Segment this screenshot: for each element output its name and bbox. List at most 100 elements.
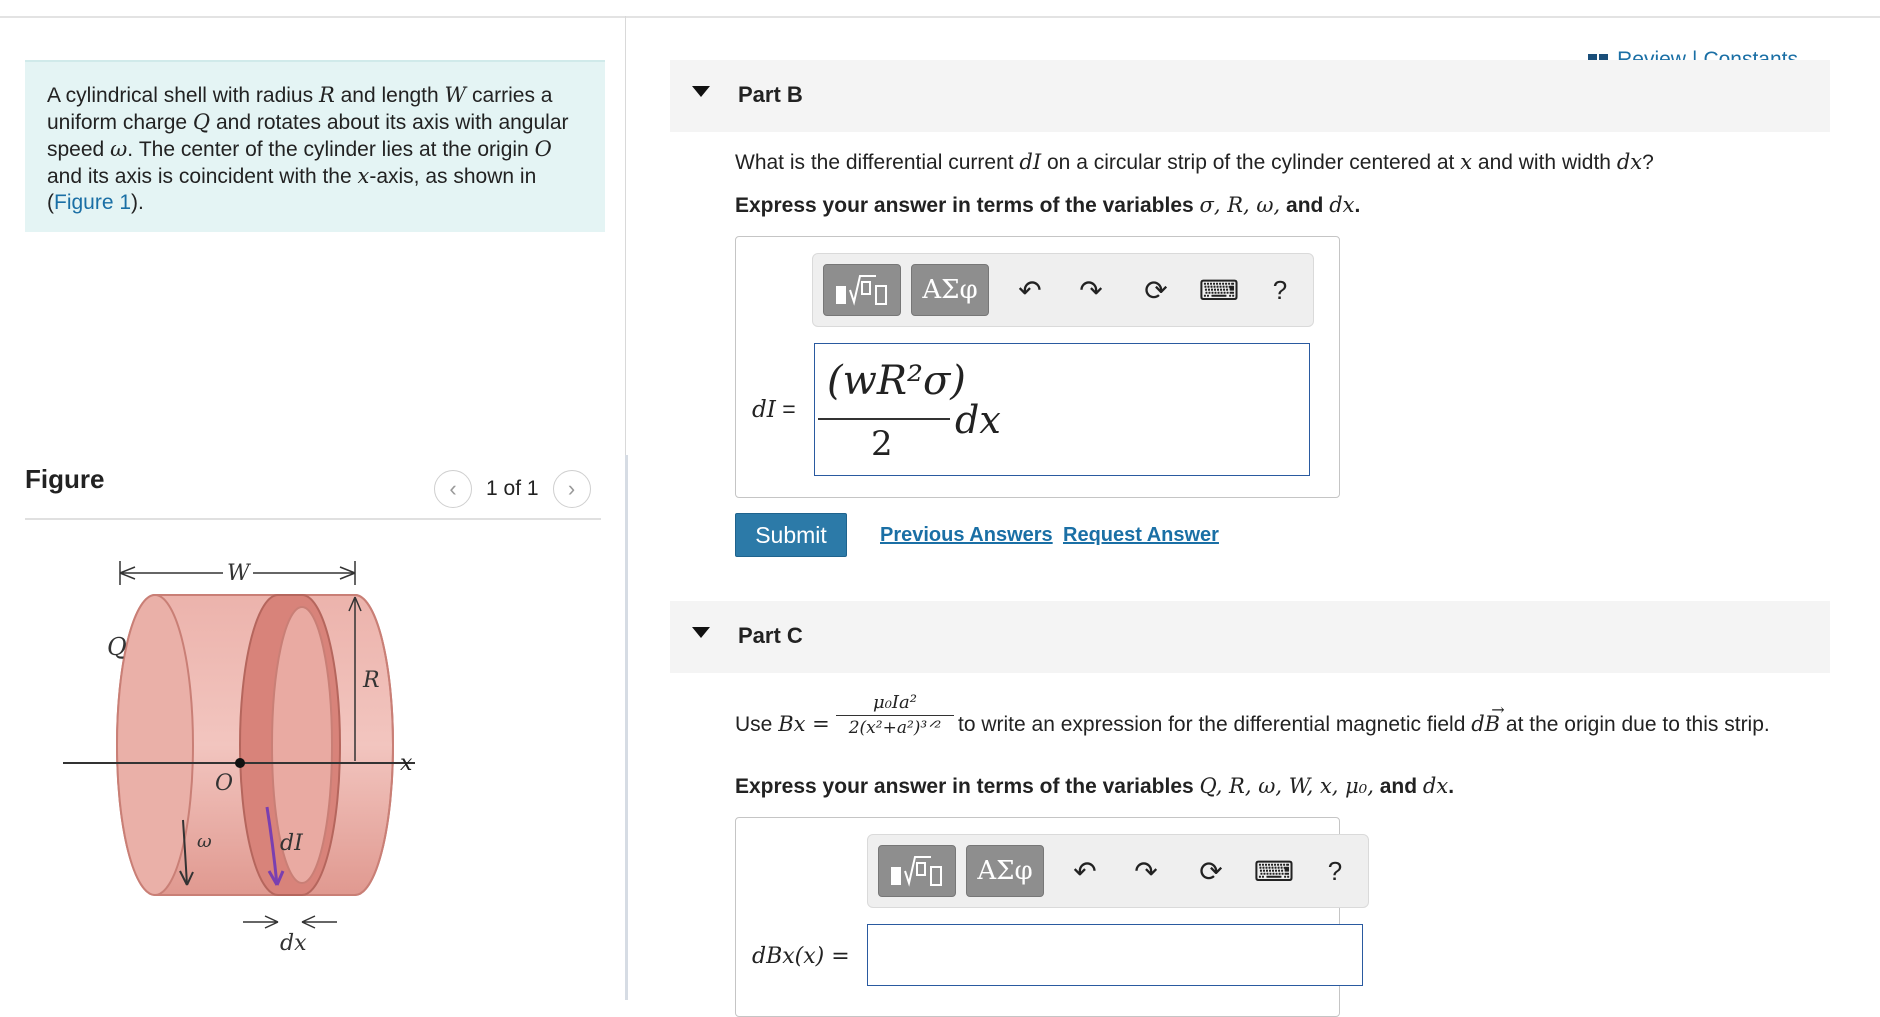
problem-statement: A cylindrical shell with radius R and le… — [25, 60, 605, 232]
redo-icon[interactable]: ↷ — [1126, 851, 1166, 891]
part-b-header[interactable]: Part B — [670, 60, 1830, 132]
di-label: dI — [280, 831, 304, 856]
q-label: Q — [107, 633, 127, 661]
part-b-question: What is the differential current dI on a… — [735, 150, 1654, 175]
previous-answers-link[interactable]: Previous Answers — [880, 524, 1053, 547]
collapse-triangle-icon[interactable] — [692, 86, 710, 97]
undo-icon[interactable]: ↶ — [1010, 270, 1050, 310]
dx-arrow-right — [301, 915, 337, 929]
instruction-text: . — [1354, 194, 1361, 217]
cylinder-left-face — [116, 594, 194, 896]
keyboard-icon[interactable]: ⌨ — [1199, 270, 1239, 310]
collapse-triangle-icon[interactable] — [692, 627, 710, 638]
part-b-answer-field[interactable]: (wR²σ) 2 dx — [814, 343, 1310, 476]
problem-text: . The center of the cylinder lies at the… — [127, 138, 535, 161]
formula-fraction: μ₀Ia² 2(x²+a²)³ᐟ² — [836, 692, 954, 738]
var-x: x — [357, 164, 370, 188]
formula-lhs: Bx = — [778, 712, 830, 736]
help-icon[interactable]: ? — [1260, 270, 1300, 310]
prev-figure-button[interactable]: ‹ — [434, 470, 472, 508]
greek-symbols-button[interactable]: ΑΣφ — [911, 264, 989, 316]
var-Q: Q — [192, 110, 211, 134]
figure-page-count: 1 of 1 — [486, 477, 539, 500]
var-dI: dI — [1019, 150, 1042, 174]
request-answer-link[interactable]: Request Answer — [1063, 524, 1219, 547]
var-W: W — [444, 83, 467, 107]
problem-text: ). — [131, 191, 144, 214]
part-c-answer-field[interactable] — [867, 924, 1363, 986]
variable-list: Q, R, ω, W, x, μ₀, — [1199, 774, 1374, 798]
part-b-label: Part B — [738, 82, 803, 107]
redo-icon[interactable]: ↷ — [1071, 270, 1111, 310]
variable-last: dx — [1422, 774, 1449, 798]
templates-icon — [836, 275, 887, 306]
undo-icon[interactable]: ↶ — [1065, 851, 1105, 891]
variable-list: σ, R, ω, — [1199, 193, 1281, 217]
problem-text: and length — [334, 84, 445, 107]
figure-divider — [25, 518, 601, 520]
question-text: ? — [1642, 151, 1654, 174]
dx-arrow-left — [243, 915, 279, 929]
part-c-use-text: Use Bx = — [735, 712, 830, 737]
part-c-header[interactable]: Part C — [670, 601, 1830, 673]
problem-text: and its axis is coincident with the — [47, 165, 358, 188]
templates-button[interactable] — [823, 264, 901, 316]
question-text: on a circular strip of the cylinder cent… — [1041, 151, 1461, 174]
answer-tail: dx — [955, 398, 1001, 442]
var-x: x — [1460, 150, 1473, 174]
vector-arrow-icon: → — [1491, 700, 1505, 719]
figure-pager: ‹ 1 of 1 › — [434, 470, 591, 508]
part-c-label: Part C — [738, 623, 803, 648]
origin-dot — [235, 758, 245, 768]
question-text: to write an expression for the different… — [958, 713, 1472, 736]
submit-button[interactable]: Submit — [735, 513, 847, 557]
top-border — [0, 16, 1880, 18]
greek-symbols-button[interactable]: ΑΣφ — [966, 845, 1044, 897]
instruction-text: . — [1448, 775, 1455, 798]
var-O: O — [534, 137, 552, 161]
answer-denominator: 2 — [871, 424, 893, 464]
part-b-instructions: Express your answer in terms of the vari… — [735, 193, 1360, 218]
part-c-math-toolbar: ΑΣφ ↶ ↷ ⟳ ⌨ ? — [867, 834, 1369, 908]
equals-sign: = — [775, 396, 796, 422]
instruction-text: and — [1280, 194, 1330, 217]
keyboard-icon[interactable]: ⌨ — [1254, 851, 1294, 891]
help-icon[interactable]: ? — [1315, 851, 1355, 891]
lhs-var: dBx(x) = — [752, 944, 850, 969]
chevron-left-icon: ‹ — [449, 476, 457, 501]
question-text: What is the differential current — [735, 151, 1020, 174]
formula-numerator: μ₀Ia² — [873, 692, 917, 713]
w-label: W — [227, 561, 252, 586]
omega-label: ω — [197, 831, 212, 852]
part-b-lhs: dI = — [752, 396, 796, 423]
part-b-math-toolbar: ΑΣφ ↶ ↷ ⟳ ⌨ ? — [812, 253, 1314, 327]
templates-button[interactable] — [878, 845, 956, 897]
answer-numerator: (wR²σ) — [827, 358, 966, 404]
chevron-right-icon: › — [567, 476, 576, 501]
question-text: and with width — [1472, 151, 1617, 174]
formula-denominator: 2(x²+a²)³ᐟ² — [848, 718, 942, 738]
origin-label: O — [215, 771, 233, 796]
problem-text: A cylindrical shell with radius — [47, 84, 319, 107]
dx-label: dx — [280, 931, 307, 956]
instruction-text: and — [1373, 775, 1423, 798]
figure-link[interactable]: Figure 1 — [54, 191, 131, 214]
next-figure-button[interactable]: › — [552, 470, 591, 508]
reset-icon[interactable]: ⟳ — [1136, 270, 1176, 310]
scroll-divider[interactable] — [625, 455, 628, 1000]
var-dB: dB → — [1471, 700, 1505, 736]
cylinder-figure: x O W R Q ω dI dx — [63, 561, 415, 956]
part-c-lhs: dBx(x) = — [752, 943, 850, 969]
instruction-text: Express your answer in terms of the vari… — [735, 194, 1200, 217]
figure-heading: Figure — [25, 464, 105, 494]
x-axis-label: x — [400, 751, 413, 776]
r-label: R — [362, 668, 380, 693]
formula-bar — [836, 715, 954, 716]
question-text: at the origin due to this strip. — [1500, 713, 1770, 736]
instruction-text: Express your answer in terms of the vari… — [735, 775, 1200, 798]
part-c-instructions: Express your answer in terms of the vari… — [735, 774, 1454, 799]
templates-icon — [891, 856, 942, 887]
reset-icon[interactable]: ⟳ — [1191, 851, 1231, 891]
var-R: R — [318, 83, 335, 107]
fraction-bar — [818, 418, 950, 420]
